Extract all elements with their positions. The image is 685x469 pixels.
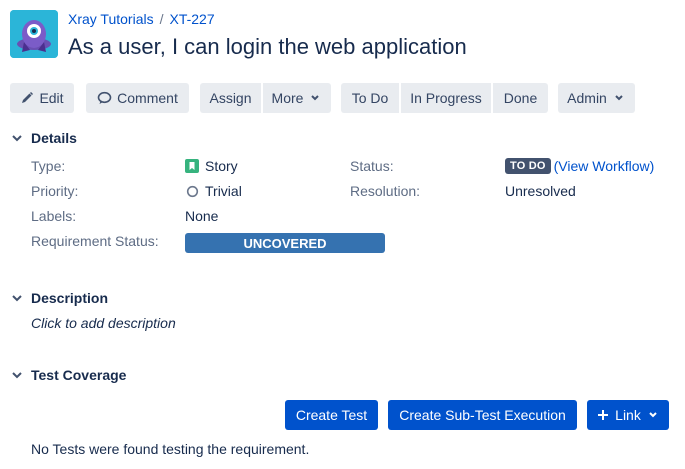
pencil-icon — [22, 91, 34, 103]
edit-label: Edit — [39, 90, 64, 106]
assign-label: Assign — [209, 90, 252, 106]
labels-value[interactable]: None — [185, 208, 218, 224]
plus-icon — [598, 410, 609, 420]
priority-label: Priority: — [31, 183, 79, 199]
edit-button[interactable]: Edit — [10, 83, 74, 113]
status-value: TO DO (View Workflow) — [505, 158, 654, 174]
chevron-down-icon — [311, 95, 320, 101]
type-text: Story — [205, 158, 238, 174]
project-avatar[interactable] — [10, 10, 58, 58]
test-coverage-heading: Test Coverage — [31, 367, 127, 383]
more-dropdown-button[interactable]: More — [263, 83, 331, 113]
priority-value: Trivial — [186, 183, 242, 199]
chevron-down-icon — [11, 132, 23, 144]
link-label: Link — [615, 407, 641, 423]
create-sub-test-execution-button[interactable]: Create Sub-Test Execution — [388, 400, 577, 430]
resolution-label: Resolution: — [350, 183, 421, 199]
admin-dropdown-button[interactable]: Admin — [558, 83, 635, 113]
xray-robot-icon — [10, 10, 58, 58]
create-test-label: Create Test — [295, 407, 368, 423]
view-workflow-link[interactable]: (View Workflow) — [554, 158, 655, 174]
status-badge: TO DO — [505, 158, 551, 174]
create-test-button[interactable]: Create Test — [285, 400, 378, 430]
test-coverage-section-header[interactable]: Test Coverage — [11, 367, 126, 383]
to-do-transition-button[interactable]: To Do — [341, 83, 399, 113]
chevron-down-icon — [615, 95, 623, 101]
details-heading: Details — [31, 130, 77, 146]
done-transition-button[interactable]: Done — [493, 83, 548, 113]
status-label: Status: — [350, 158, 394, 174]
priority-text: Trivial — [205, 183, 242, 199]
type-label: Type: — [31, 158, 66, 174]
in-progress-transition-button[interactable]: In Progress — [401, 83, 491, 113]
issue-title[interactable]: As a user, I can login the web applicati… — [68, 34, 467, 60]
chevron-down-icon — [11, 369, 23, 381]
breadcrumb-issue-key-link[interactable]: XT-227 — [169, 11, 214, 27]
description-section-header[interactable]: Description — [11, 290, 108, 306]
requirement-status-label: Requirement Status: — [31, 233, 159, 249]
chevron-down-icon — [11, 292, 23, 304]
chevron-down-icon — [649, 412, 657, 418]
description-heading: Description — [31, 290, 109, 306]
link-dropdown-button[interactable]: Link — [587, 400, 669, 430]
no-tests-message: No Tests were found testing the requirem… — [31, 441, 310, 457]
more-label: More — [271, 90, 304, 106]
comment-button[interactable]: Comment — [86, 83, 189, 113]
assign-button[interactable]: Assign — [200, 83, 261, 113]
details-section-header[interactable]: Details — [11, 130, 77, 146]
breadcrumb-project-link[interactable]: Xray Tutorials — [68, 11, 154, 27]
breadcrumb: Xray Tutorials / XT-227 — [68, 11, 215, 27]
story-icon — [185, 159, 199, 173]
labels-label: Labels: — [31, 208, 77, 224]
admin-label: Admin — [567, 90, 607, 106]
to-do-label: To Do — [351, 90, 389, 106]
resolution-value: Unresolved — [505, 183, 576, 199]
breadcrumb-separator: / — [159, 11, 164, 27]
comment-label: Comment — [117, 90, 178, 106]
in-progress-label: In Progress — [410, 90, 482, 106]
requirement-status-bar: UNCOVERED — [185, 233, 385, 253]
description-placeholder[interactable]: Click to add description — [31, 315, 176, 331]
speech-bubble-icon — [97, 91, 112, 104]
trivial-priority-icon — [186, 185, 199, 197]
type-value: Story — [185, 158, 238, 174]
done-label: Done — [503, 90, 538, 106]
create-sub-test-execution-label: Create Sub-Test Execution — [399, 407, 566, 423]
